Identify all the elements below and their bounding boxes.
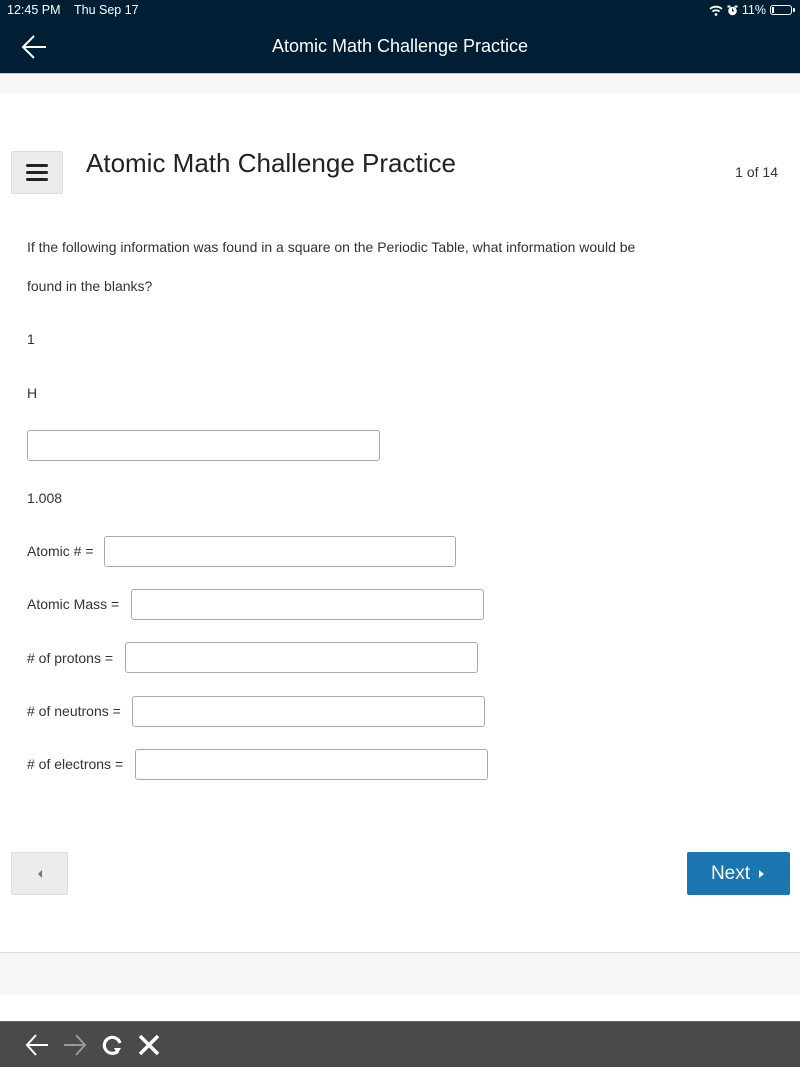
close-icon[interactable] [136,1032,162,1058]
atomic-mass-label: Atomic Mass = [27,596,120,612]
hamburger-menu-icon [26,164,48,167]
status-indicators: 11% [709,3,795,17]
wifi-icon [709,5,723,16]
reload-icon[interactable] [100,1032,126,1058]
status-time: 12:45 PM [7,3,61,17]
question-text-line2: found in the blanks? [27,278,153,294]
element-name-input[interactable] [27,430,380,461]
protons-label: # of protons = [27,650,114,666]
top-app-bar: 12:45 PM Thu Sep 17 11% Atomic Math Chal… [0,0,800,73]
browser-toolbar [0,1021,800,1067]
neutrons-input[interactable] [132,696,485,727]
atomic-number-input[interactable] [104,536,456,567]
page-title: Atomic Math Challenge Practice [86,148,456,178]
electrons-input[interactable] [135,749,488,780]
element-number: 1 [27,331,35,347]
forward-icon[interactable] [62,1032,88,1058]
next-button[interactable]: Next [687,852,790,895]
neutrons-label: # of neutrons = [27,703,121,719]
question-text-line1: If the following information was found i… [27,239,636,255]
battery-icon [770,5,795,15]
protons-input[interactable] [125,642,478,673]
element-mass: 1.008 [27,490,63,506]
element-symbol: H [27,385,38,401]
electrons-label: # of electrons = [27,756,124,772]
caret-right-icon [759,869,765,878]
alarm-icon [727,5,738,15]
atomic-number-label: Atomic # = [27,543,94,559]
back-icon[interactable] [24,1032,50,1058]
previous-button[interactable] [11,852,68,895]
battery-percent: 11% [741,3,766,17]
menu-button[interactable] [11,151,63,194]
caret-left-icon [37,869,42,878]
sub-header-band [0,73,800,94]
footer-band [0,952,800,995]
nav-title: Atomic Math Challenge Practice [271,36,529,56]
page-counter: 1 of 14 [735,164,778,180]
status-date: Thu Sep 17 [74,3,139,17]
next-label: Next [710,862,751,884]
atomic-mass-input[interactable] [131,589,484,620]
